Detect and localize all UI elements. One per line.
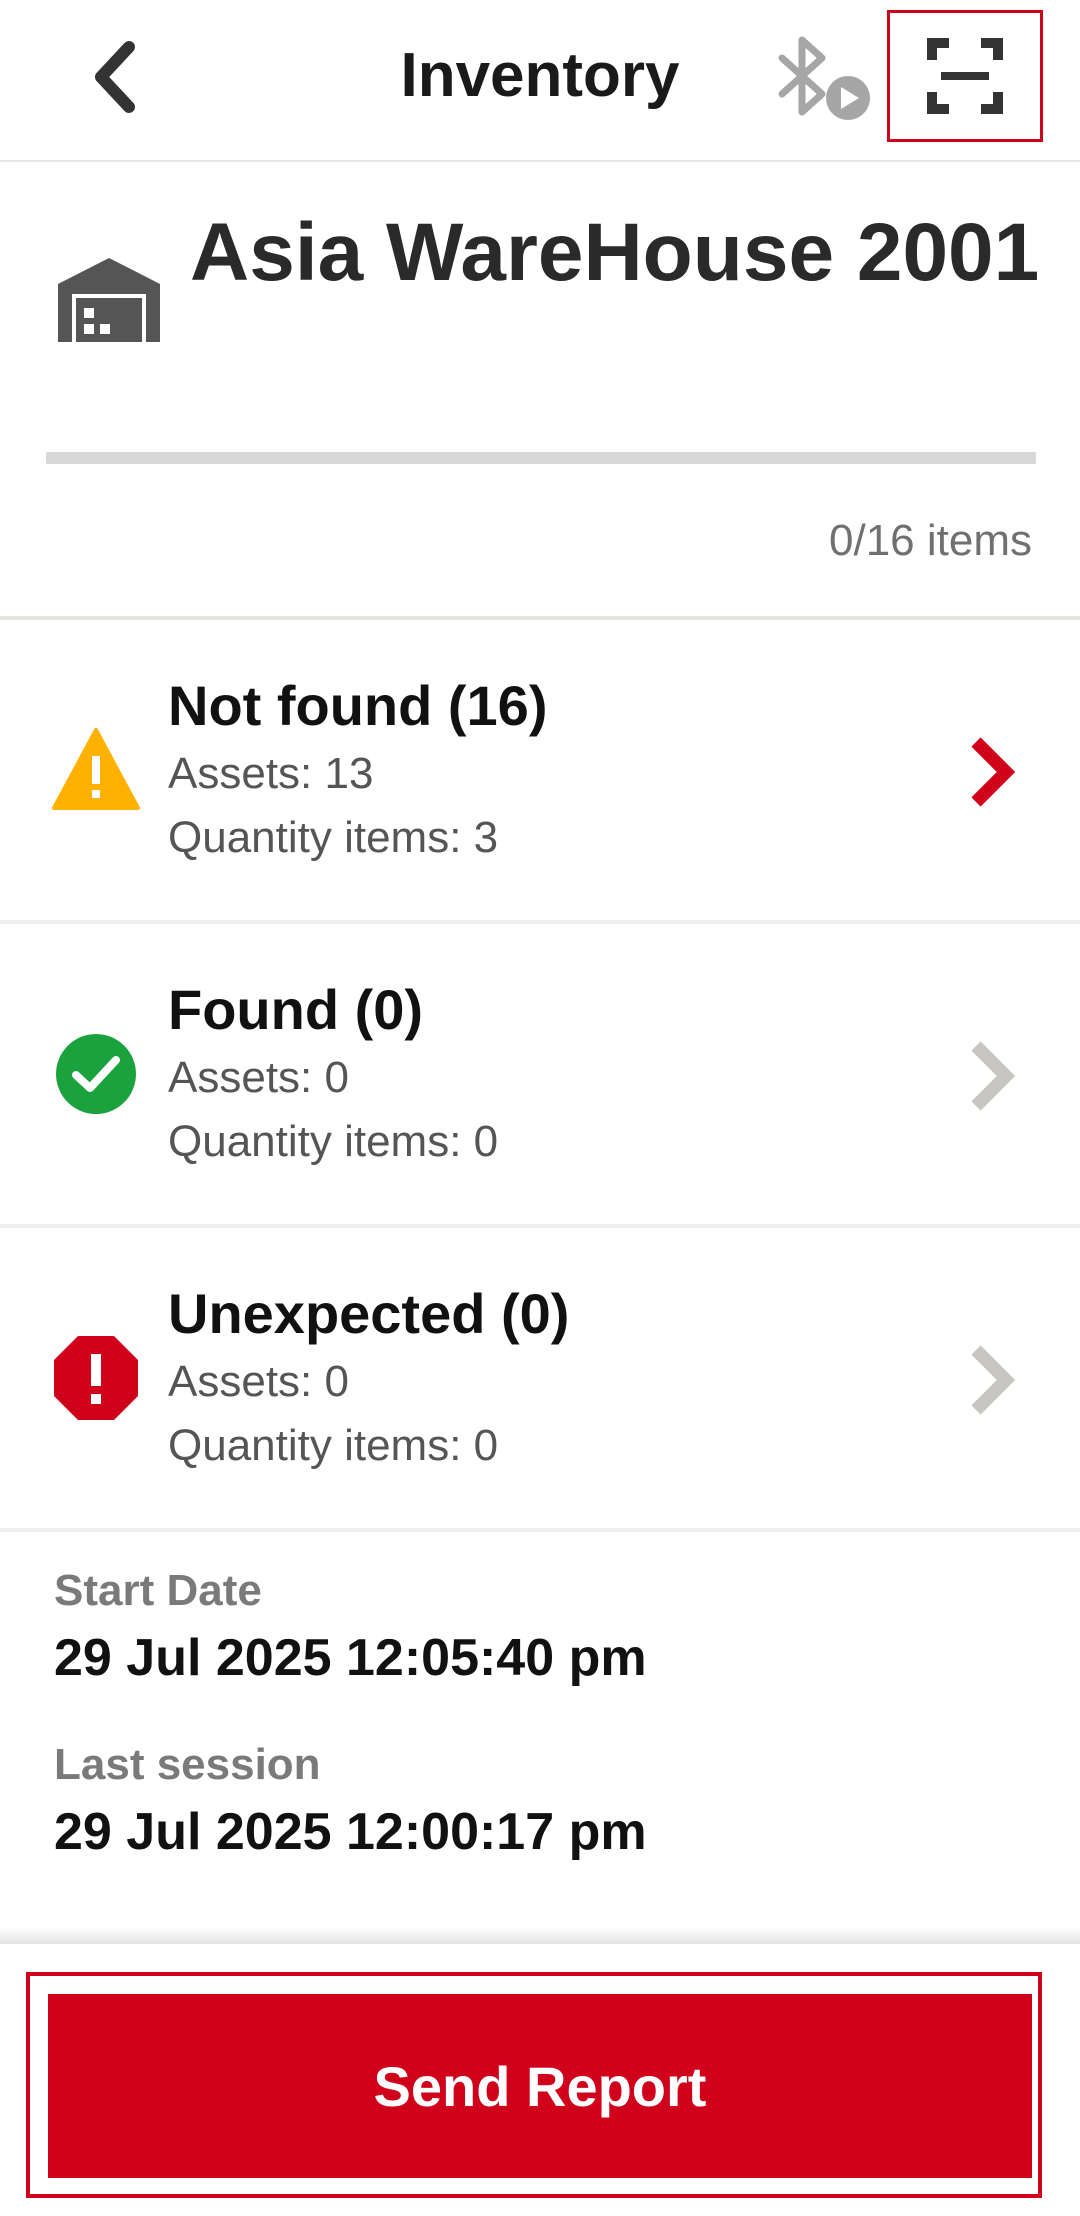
inventory-progress-bar xyxy=(46,452,1036,464)
start-date-label: Start Date xyxy=(54,1566,262,1615)
scan-button[interactable] xyxy=(887,10,1043,142)
bluetooth-play-icon xyxy=(778,36,870,120)
status-title: Not found (16) xyxy=(168,674,548,737)
start-date-value: 29 Jul 2025 12:05:40 pm xyxy=(54,1629,647,1687)
status-row-unexpected[interactable]: Unexpected (0) Assets: 0 Quantity items:… xyxy=(0,1232,1080,1532)
chevron-right-icon xyxy=(971,1041,1016,1111)
chevron-right-icon xyxy=(971,737,1016,807)
items-count: 0/16 items xyxy=(829,516,1032,565)
footer-shadow xyxy=(0,1926,1080,1946)
status-assets: Assets: 0 xyxy=(168,1357,349,1406)
warning-icon xyxy=(52,728,140,810)
last-session-label: Last session xyxy=(54,1740,321,1789)
status-quantity: Quantity items: 0 xyxy=(168,1117,499,1166)
warehouse-name: Asia WareHouse 2001 xyxy=(190,207,1040,298)
status-row-found[interactable]: Found (0) Assets: 0 Quantity items: 0 xyxy=(0,928,1080,1228)
last-session-value: 29 Jul 2025 12:00:17 pm xyxy=(54,1803,647,1861)
scan-frame-icon xyxy=(927,38,1003,114)
status-title: Unexpected (0) xyxy=(168,1282,570,1345)
warehouse-summary: Asia WareHouse 2001 0/16 items xyxy=(0,164,1080,620)
bluetooth-button[interactable] xyxy=(770,34,874,124)
status-quantity: Quantity items: 0 xyxy=(168,1421,499,1470)
status-assets: Assets: 13 xyxy=(168,749,374,798)
send-report-button[interactable]: Send Report xyxy=(48,1994,1032,2178)
session-dates: Start Date 29 Jul 2025 12:05:40 pm Last … xyxy=(54,1566,647,1862)
status-row-not-found[interactable]: Not found (16) Assets: 13 Quantity items… xyxy=(0,624,1080,924)
status-title: Found (0) xyxy=(168,978,424,1041)
status-quantity: Quantity items: 3 xyxy=(168,813,499,862)
warehouse-icon xyxy=(58,258,160,342)
chevron-right-icon xyxy=(971,1345,1016,1415)
error-octagon-icon xyxy=(54,1336,138,1420)
status-assets: Assets: 0 xyxy=(168,1053,349,1102)
check-circle-icon xyxy=(56,1034,136,1114)
app-header: Inventory xyxy=(0,0,1080,162)
